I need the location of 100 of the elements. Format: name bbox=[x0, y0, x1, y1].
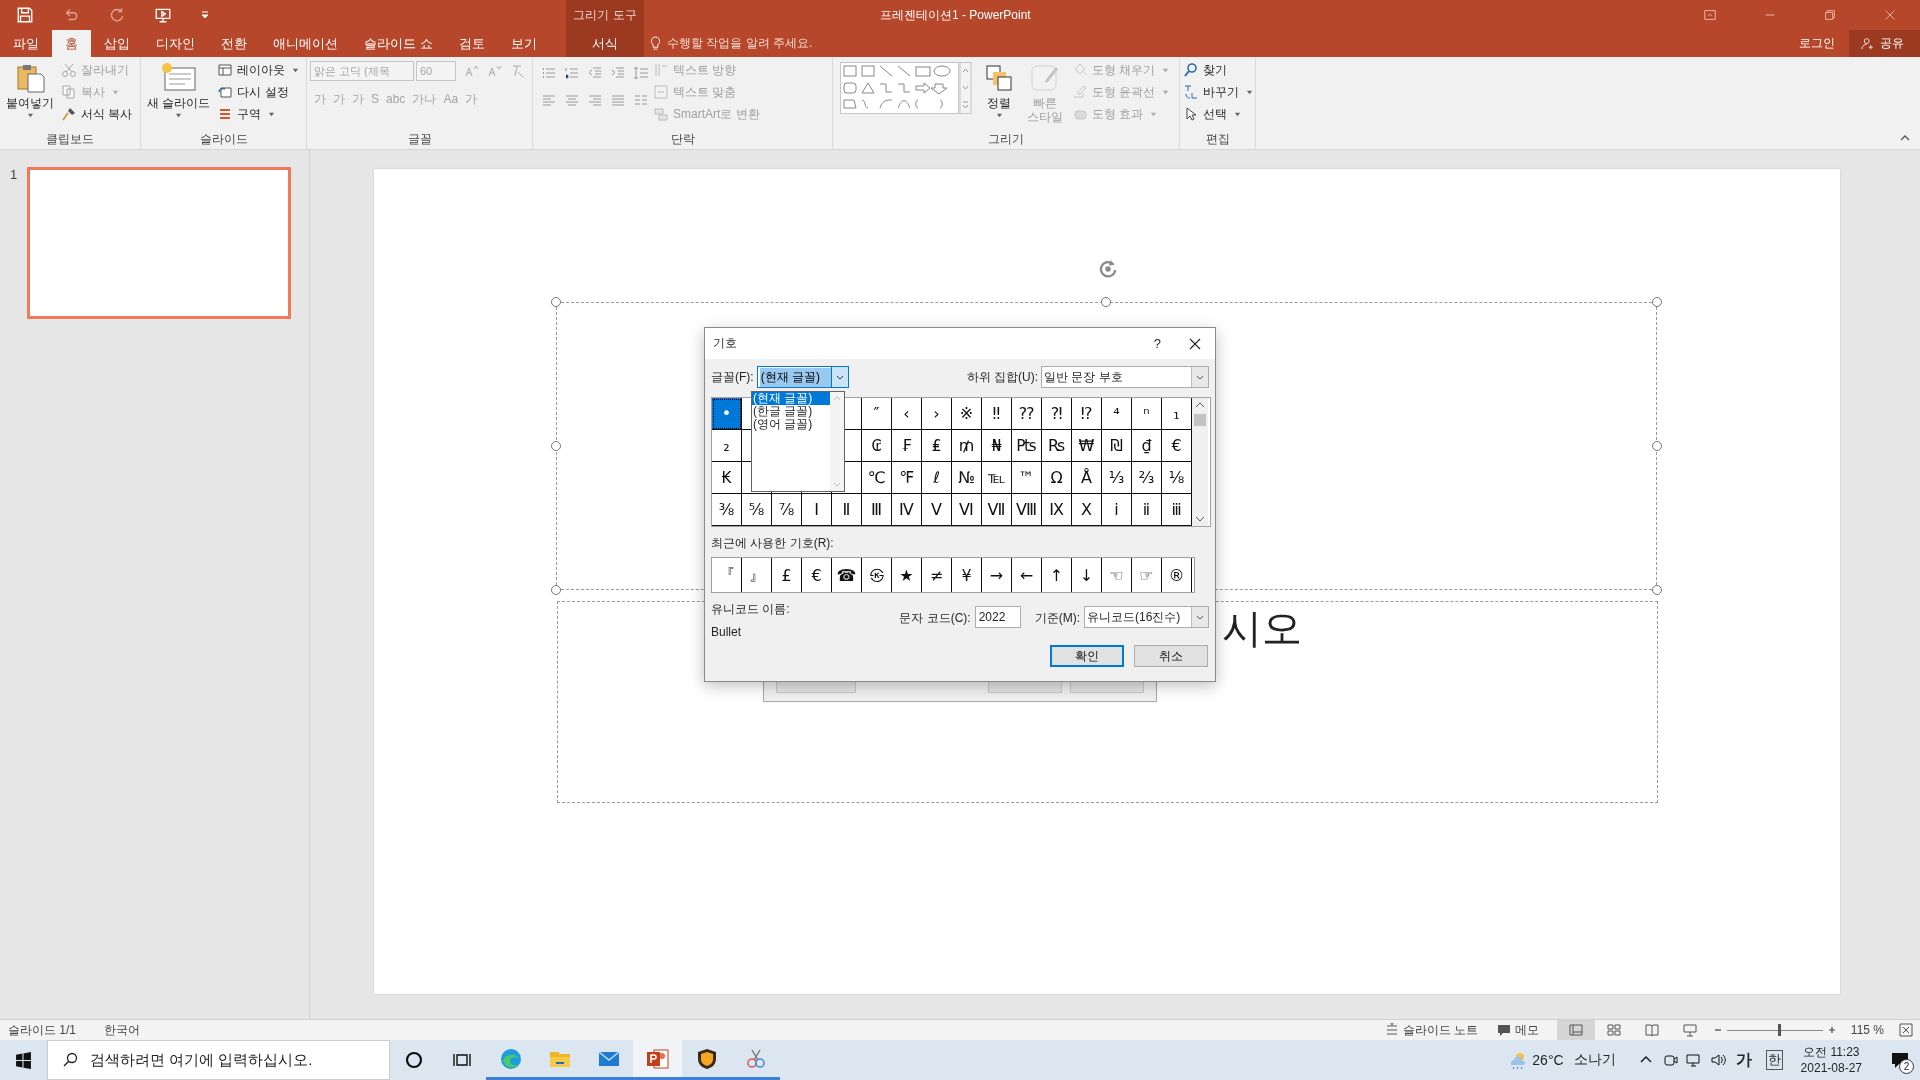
symbol-cell[interactable]: ₪ bbox=[1102, 430, 1132, 462]
symbol-cell[interactable]: ⅓ bbox=[1102, 462, 1132, 494]
find-button[interactable]: 찾기 bbox=[1183, 60, 1255, 80]
share-button[interactable]: 공유 bbox=[1849, 30, 1920, 57]
symbol-cell[interactable]: ® bbox=[1162, 558, 1192, 592]
new-slide-button[interactable]: 새 슬라이드 bbox=[144, 60, 214, 131]
tell-me-search[interactable]: 수행할 작업을 알려 주세요. bbox=[644, 30, 813, 57]
symbol-cell[interactable]: ← bbox=[1012, 558, 1042, 592]
reset-button[interactable]: 다시 설정 bbox=[217, 82, 302, 102]
ribbon-tab[interactable]: 검토 bbox=[445, 30, 498, 57]
symbol-cell[interactable]: ☞ bbox=[1132, 558, 1162, 592]
select-button[interactable]: 선택 bbox=[1183, 104, 1255, 124]
section-button[interactable]: 구역 bbox=[217, 104, 302, 124]
dropdown-option[interactable]: (영어 글꼴) bbox=[752, 418, 830, 431]
symbol-cell[interactable]: ₥ bbox=[952, 430, 982, 462]
ribbon-tab[interactable]: 서식 bbox=[566, 30, 644, 57]
input-mode[interactable]: 한 bbox=[1765, 1050, 1783, 1070]
symbol-cell[interactable]: ℃ bbox=[862, 462, 892, 494]
symbol-cell[interactable]: £ bbox=[772, 558, 802, 592]
symbol-cell[interactable]: ₧ bbox=[1012, 430, 1042, 462]
clock[interactable]: 오전 11:23 2021-08-27 bbox=[1790, 1044, 1872, 1076]
symbol-cell[interactable]: Ω bbox=[1042, 462, 1072, 494]
from-dropdown[interactable]: 유니코드(16진수) bbox=[1084, 606, 1209, 628]
weather-condition[interactable]: 소나기 bbox=[1573, 1051, 1616, 1069]
symbol-cell[interactable]: ≠ bbox=[922, 558, 952, 592]
input-language[interactable]: 가 bbox=[1735, 1049, 1752, 1071]
symbol-cell[interactable]: Ⅳ bbox=[892, 494, 922, 526]
notifications-button[interactable]: 2 bbox=[1880, 1040, 1920, 1080]
symbol-cell[interactable]: Ⅱ bbox=[832, 494, 862, 526]
ribbon-tab[interactable]: 슬라이드 쇼 bbox=[351, 30, 446, 57]
ribbon-tab[interactable]: 보기 bbox=[497, 30, 550, 57]
symbol-cell[interactable]: Ⅷ bbox=[1012, 494, 1042, 526]
layout-button[interactable]: 레이아웃 bbox=[217, 60, 302, 80]
symbol-cell[interactable]: → bbox=[982, 558, 1012, 592]
font-dropdown[interactable]: (현재 글꼴) bbox=[756, 366, 849, 388]
symbol-cell[interactable]: › bbox=[922, 398, 952, 430]
symbol-cell[interactable]: ※ bbox=[952, 398, 982, 430]
ribbon-tab[interactable]: 삽입 bbox=[91, 30, 143, 57]
symbol-cell[interactable]: ⁉ bbox=[1072, 398, 1102, 430]
format-painter-button[interactable]: 서식 복사 bbox=[61, 104, 135, 124]
temperature[interactable]: 26°C bbox=[1532, 1052, 1564, 1068]
symbol-cell[interactable]: ⅰ bbox=[1102, 494, 1132, 526]
language-status[interactable]: 한국어 bbox=[104, 1021, 140, 1039]
login-link[interactable]: 로그인 bbox=[1785, 30, 1849, 57]
symbol-cell[interactable]: ⁿ bbox=[1132, 398, 1162, 430]
symbol-cell[interactable]: ₩ bbox=[1072, 430, 1102, 462]
symbol-cell[interactable]: ₫ bbox=[1132, 430, 1162, 462]
symbol-cell[interactable]: ™ bbox=[1012, 462, 1042, 494]
comments-button[interactable]: 메모 bbox=[1495, 1021, 1539, 1039]
symbol-cell[interactable]: ₨ bbox=[1042, 430, 1072, 462]
paste-button[interactable]: 붙여넣기 bbox=[3, 60, 57, 131]
dropdown-option[interactable]: (현재 글꼴) bbox=[752, 392, 830, 405]
symbol-cell[interactable]: 『 bbox=[712, 558, 742, 592]
ribbon-tab[interactable]: 디자인 bbox=[143, 30, 208, 57]
char-code-field[interactable]: 2022 bbox=[974, 606, 1021, 628]
symbol-cell[interactable]: ⅞ bbox=[772, 494, 802, 526]
ribbon-tab[interactable]: 파일 bbox=[0, 30, 52, 57]
symbol-cell[interactable]: ¥ bbox=[952, 558, 982, 592]
symbol-cell[interactable]: ⅔ bbox=[1132, 462, 1162, 494]
replace-button[interactable]: 바꾸기 bbox=[1183, 82, 1255, 102]
symbol-cell[interactable]: ℡ bbox=[982, 462, 1012, 494]
symbol-cell[interactable]: ℓ bbox=[922, 462, 952, 494]
symbol-cell[interactable]: Ⅸ bbox=[1042, 494, 1072, 526]
symbol-cell[interactable]: ⁴ bbox=[1102, 398, 1132, 430]
symbol-cell[interactable]: Ⅲ bbox=[862, 494, 892, 526]
symbol-cell[interactable]: Ⅴ bbox=[922, 494, 952, 526]
symbol-cell[interactable]: Ⅵ bbox=[952, 494, 982, 526]
symbol-cell[interactable]: ☜ bbox=[1102, 558, 1132, 592]
subset-dropdown[interactable]: 일반 문장 부호 bbox=[1041, 366, 1209, 388]
zoom-level[interactable]: 115 % bbox=[1850, 1023, 1884, 1037]
symbol-cell[interactable]: ⅝ bbox=[742, 494, 772, 526]
dialog-button[interactable]: 취소 bbox=[1134, 645, 1208, 667]
symbol-cell[interactable]: ⅱ bbox=[1132, 494, 1162, 526]
symbol-cell[interactable]: ⅜ bbox=[712, 494, 742, 526]
dialog-button[interactable]: 확인 bbox=[1050, 645, 1124, 667]
symbol-cell[interactable]: Ⅹ bbox=[1072, 494, 1102, 526]
symbol-cell[interactable]: ★ bbox=[892, 558, 922, 592]
symbol-cell[interactable]: ″ bbox=[862, 398, 892, 430]
help-button[interactable]: ? bbox=[1153, 336, 1161, 351]
taskbar-search-field[interactable]: 검색하려면 여기에 입력하십시오. bbox=[47, 1040, 390, 1080]
symbol-cell[interactable]: ‼ bbox=[982, 398, 1012, 430]
symbol-cell[interactable]: ⁈ bbox=[1042, 398, 1072, 430]
symbol-cell[interactable]: Ⅰ bbox=[802, 494, 832, 526]
ribbon-tab[interactable]: 홈 bbox=[52, 30, 91, 57]
symbol-cell[interactable]: ₤ bbox=[922, 430, 952, 462]
symbol-cell[interactable]: 』 bbox=[742, 558, 772, 592]
symbol-cell[interactable]: ₦ bbox=[982, 430, 1012, 462]
ribbon-tab[interactable]: 전환 bbox=[208, 30, 260, 57]
symbol-cell[interactable]: € bbox=[802, 558, 832, 592]
symbol-cell[interactable]: ㉿ bbox=[862, 558, 892, 592]
symbol-cell[interactable]: ₣ bbox=[892, 430, 922, 462]
symbol-cell[interactable]: ‹ bbox=[892, 398, 922, 430]
symbol-cell[interactable]: • bbox=[712, 398, 742, 430]
symbol-cell[interactable]: ↓ bbox=[1072, 558, 1102, 592]
symbol-cell[interactable]: ☎ bbox=[832, 558, 862, 592]
symbol-cell[interactable]: ⁇ bbox=[1012, 398, 1042, 430]
symbol-cell[interactable]: ℉ bbox=[892, 462, 922, 494]
symbol-cell[interactable]: № bbox=[952, 462, 982, 494]
arrange-button[interactable]: 정렬 bbox=[980, 60, 1018, 131]
symbol-cell[interactable]: ₂ bbox=[712, 430, 742, 462]
